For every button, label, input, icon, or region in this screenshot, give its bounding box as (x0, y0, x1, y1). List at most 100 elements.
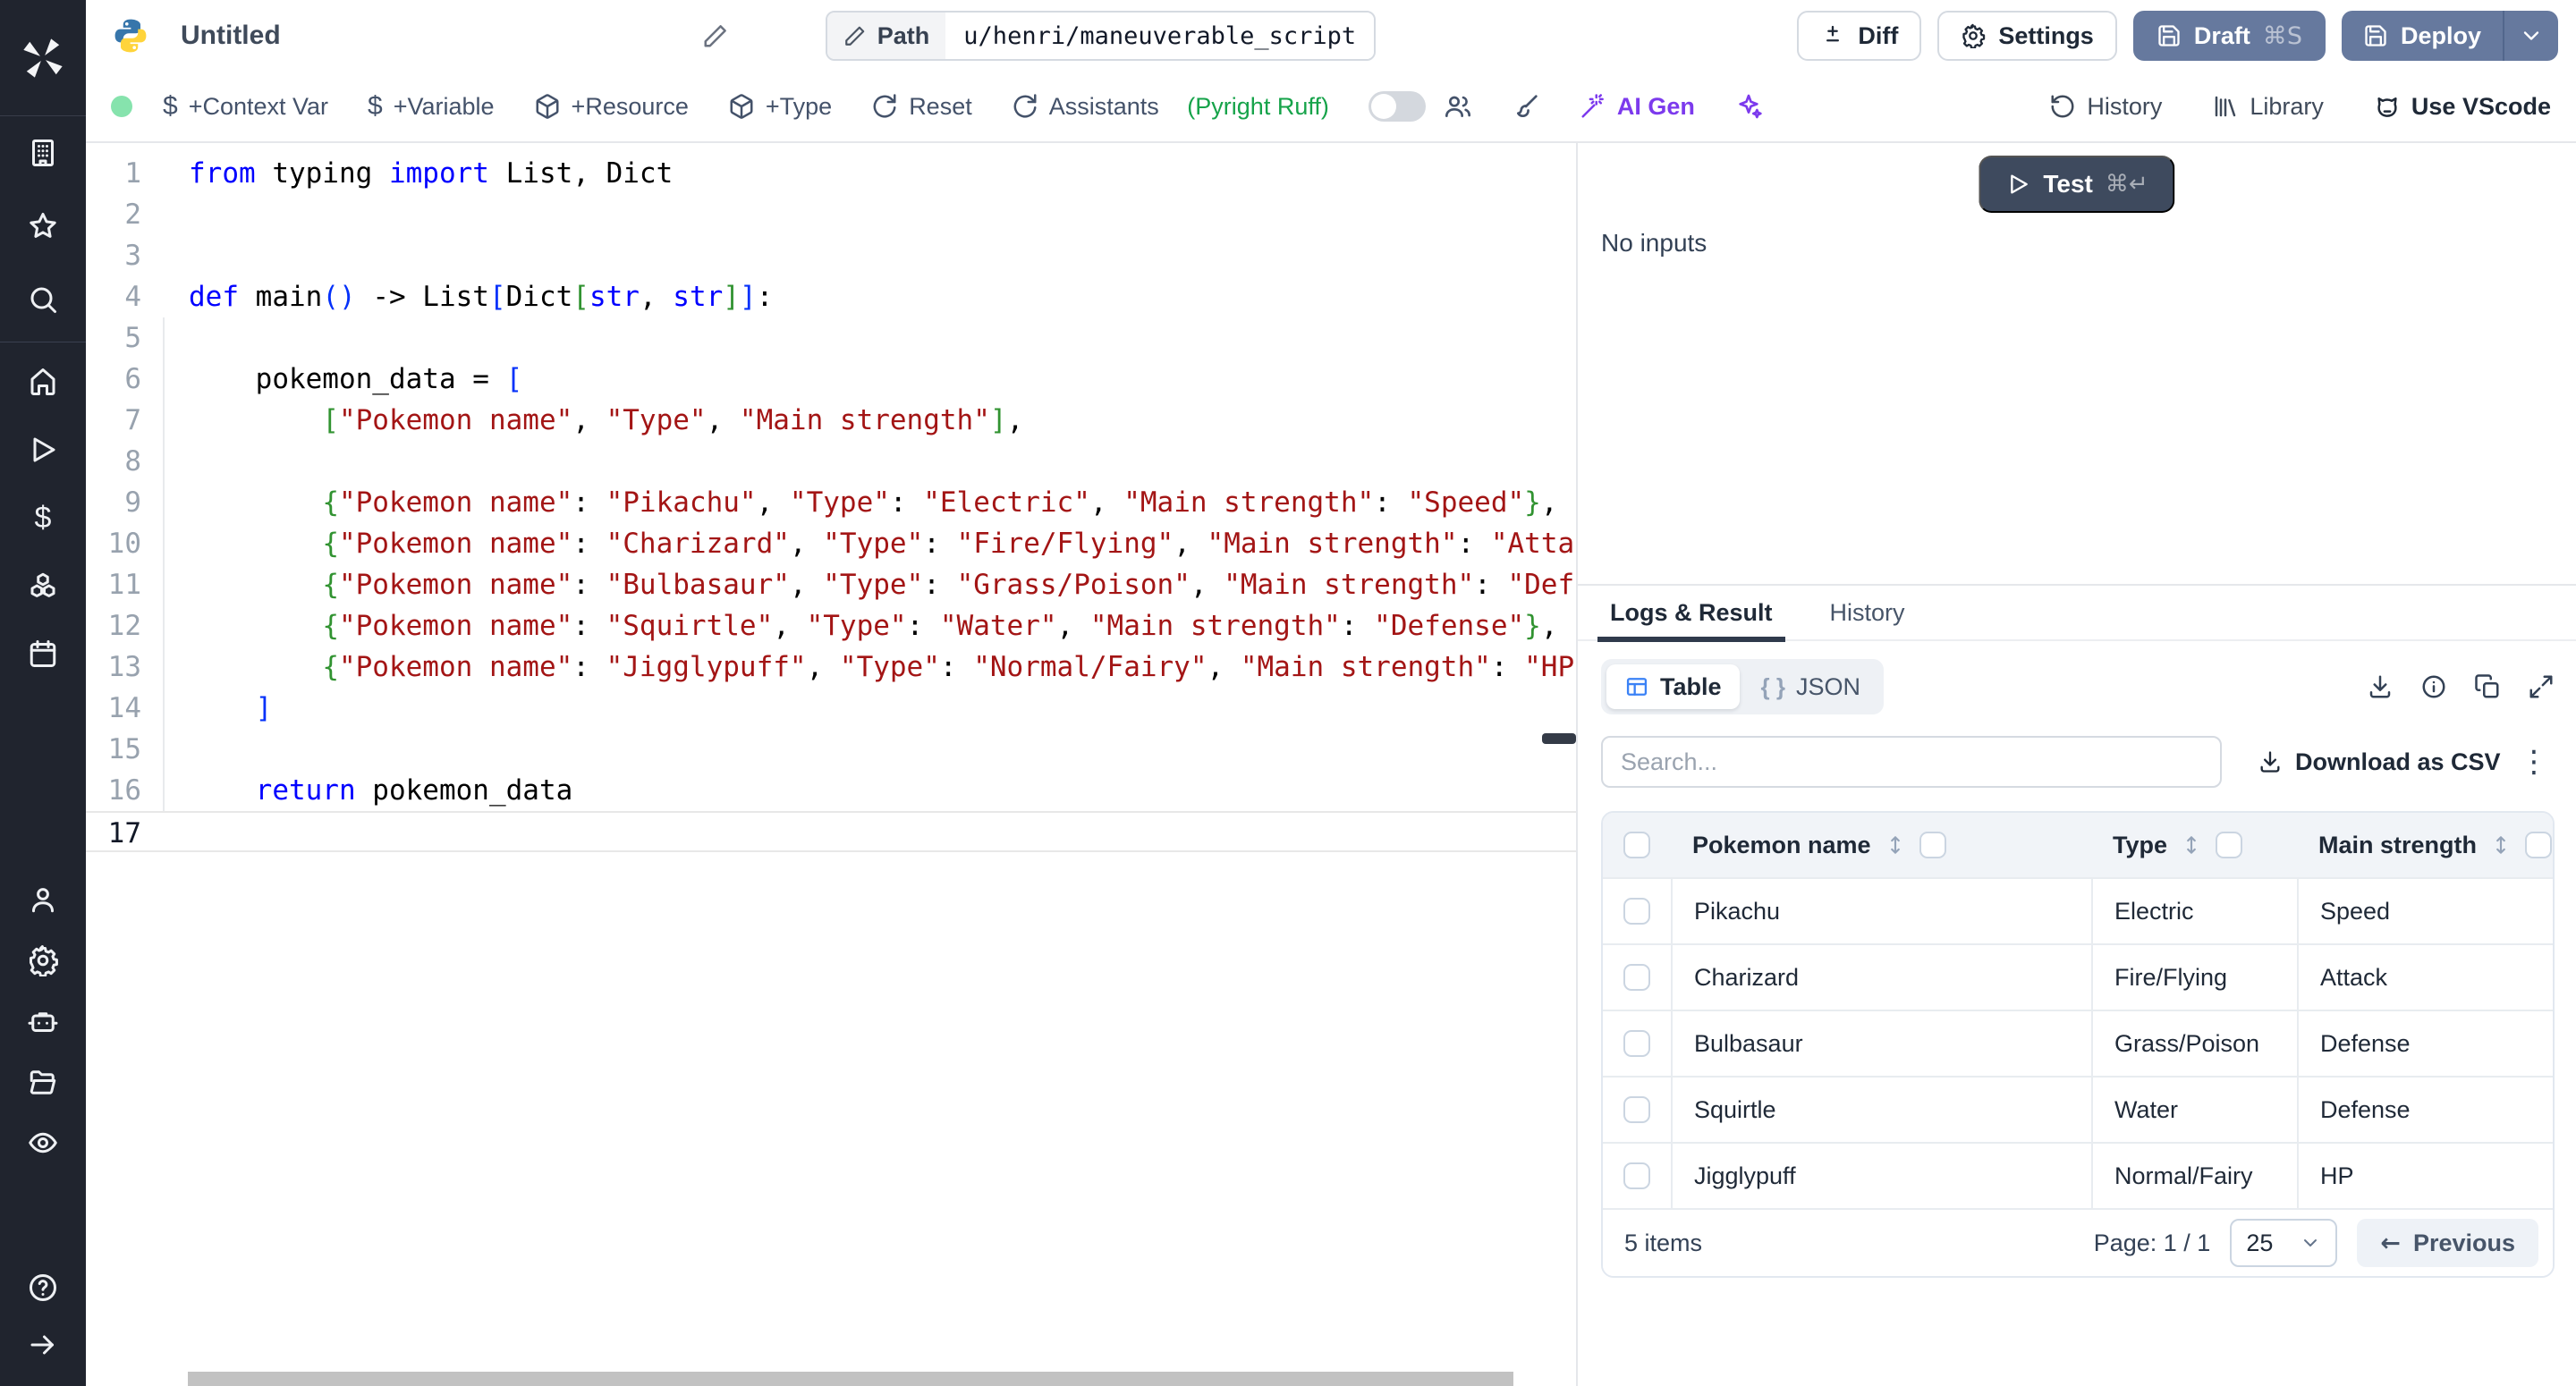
code-line[interactable]: 15 (86, 729, 1576, 770)
code-line[interactable]: 4 def main() -> List[Dict[str, str]]: (86, 276, 1576, 317)
sidebar-item-folders[interactable] (0, 1052, 86, 1112)
sidebar-item-help[interactable] (0, 1259, 86, 1316)
code-line[interactable]: 17 (86, 811, 1576, 852)
path-field[interactable]: Path u/henri/maneuverable_script (826, 11, 1376, 61)
format-button[interactable] (1512, 92, 1540, 121)
settings-button[interactable]: Settings (1937, 11, 2117, 61)
brush-icon (1512, 92, 1540, 121)
code-line[interactable]: 8 (86, 441, 1576, 482)
download-csv-button[interactable]: Download as CSV (2258, 748, 2501, 776)
path-value[interactable]: u/henri/maneuverable_script (945, 13, 1374, 59)
code-line[interactable]: 9 {"Pokemon name": "Pikachu", "Type": "E… (86, 482, 1576, 523)
add-context-var-button[interactable]: $+Context Var (163, 91, 328, 122)
column-header-type: Type (2113, 832, 2167, 859)
use-vscode-button[interactable]: Use VScode (2374, 93, 2551, 121)
sidebar-item-collapse[interactable] (0, 1316, 86, 1373)
sidebar-item-schedules[interactable] (0, 620, 86, 688)
add-resource-button[interactable]: +Resource (534, 93, 689, 121)
line-number: 2 (86, 194, 141, 235)
ai-sparkles-button[interactable] (1734, 92, 1763, 121)
sidebar-item-users[interactable] (0, 869, 86, 930)
sidebar-item-workers[interactable] (0, 991, 86, 1052)
previous-page-button[interactable]: ← Previous (2357, 1219, 2538, 1267)
code-line[interactable]: 3 (86, 235, 1576, 276)
code-line[interactable]: 12 {"Pokemon name": "Squirtle", "Type": … (86, 605, 1576, 647)
deploy-main[interactable]: Deploy (2342, 11, 2503, 61)
deploy-button[interactable]: Deploy (2342, 11, 2558, 61)
sidebar-item-favorites[interactable] (0, 190, 86, 263)
code-line[interactable]: 16 return pokemon_data (86, 770, 1576, 811)
code-line[interactable]: 1from typing import List, Dict (86, 153, 1576, 194)
view-toggle-json[interactable]: { } JSON (1743, 664, 1878, 709)
table-cell: Defense (2297, 1011, 2553, 1076)
select-all-checkbox[interactable] (1623, 832, 1650, 858)
table-footer: 5 items Page: 1 / 1 25 ← Pr (1603, 1208, 2553, 1276)
chevron-down-icon (2519, 23, 2544, 48)
row-checkbox[interactable] (1623, 1162, 1650, 1189)
horizontal-scrollbar[interactable] (188, 1372, 1513, 1386)
code-line[interactable]: 5 (86, 317, 1576, 359)
code-line[interactable]: 6 pokemon_data = [ (86, 359, 1576, 400)
add-type-button[interactable]: +Type (728, 93, 832, 121)
row-checkbox[interactable] (1623, 1030, 1650, 1057)
code-line[interactable]: 11 {"Pokemon name": "Bulbasaur", "Type":… (86, 564, 1576, 605)
row-checkbox[interactable] (1623, 898, 1650, 925)
code-text: ] (189, 688, 272, 729)
download-icon[interactable] (2367, 673, 2394, 700)
page-size-select[interactable]: 25 (2230, 1219, 2337, 1267)
info-icon[interactable] (2420, 673, 2447, 700)
code-line[interactable]: 10 {"Pokemon name": "Charizard", "Type":… (86, 523, 1576, 564)
tab-history[interactable]: History (1830, 585, 1905, 640)
table-cell: Electric (2091, 879, 2297, 943)
code-line[interactable]: 2 (86, 194, 1576, 235)
column-toggle[interactable] (1919, 832, 1946, 858)
sidebar-item-runs[interactable] (0, 416, 86, 484)
sidebar-item-workspace[interactable] (0, 116, 86, 190)
sidebar-item-settings[interactable] (0, 930, 86, 991)
add-variable-button[interactable]: $+Variable (368, 91, 495, 122)
sidebar-item-home[interactable] (0, 348, 86, 416)
sidebar-item-variables[interactable]: $ (0, 484, 86, 552)
copy-icon[interactable] (2474, 673, 2501, 700)
deploy-dropdown-button[interactable] (2503, 11, 2558, 61)
code-text: {"Pokemon name": "Jigglypuff", "Type": "… (189, 647, 1576, 688)
sort-icon[interactable] (2180, 833, 2203, 857)
column-toggle[interactable] (2525, 832, 2552, 858)
code-line[interactable]: 13 {"Pokemon name": "Jigglypuff", "Type"… (86, 647, 1576, 688)
search-input[interactable] (1601, 736, 2222, 788)
library-button[interactable]: Library (2212, 93, 2324, 121)
view-toggle-table[interactable]: Table (1606, 664, 1740, 709)
code-lines: 1from typing import List, Dict234 def mai… (86, 153, 1576, 852)
sidebar-item-audit-logs[interactable] (0, 1112, 86, 1173)
tab-logs-result[interactable]: Logs & Result (1610, 585, 1773, 640)
line-number: 4 (86, 276, 141, 317)
expand-icon[interactable] (2528, 673, 2555, 700)
table-cell: Squirtle (1671, 1078, 2091, 1142)
row-checkbox[interactable] (1623, 964, 1650, 991)
code-line[interactable]: 14 ] (86, 688, 1576, 729)
test-button[interactable]: Test ⌘↵ (1979, 156, 2174, 213)
multiplayer-button[interactable] (1444, 92, 1472, 121)
sort-icon[interactable] (2489, 833, 2512, 857)
draft-button[interactable]: Draft ⌘S (2133, 11, 2326, 61)
reset-button[interactable]: Reset (871, 93, 972, 121)
ai-gen-button[interactable]: AI Gen (1580, 93, 1695, 121)
kebab-menu-button[interactable]: ⋮ (2519, 747, 2555, 777)
line-number: 8 (86, 441, 141, 482)
code-line[interactable]: 7 ["Pokemon name", "Type", "Main strengt… (86, 400, 1576, 441)
sort-icon[interactable] (1884, 833, 1907, 857)
row-checkbox[interactable] (1623, 1096, 1650, 1123)
history-button[interactable]: History (2049, 93, 2162, 121)
sidebar-item-search[interactable] (0, 263, 86, 336)
code-text: def main() -> List[Dict[str, str]]: (189, 276, 773, 317)
sidebar-item-resources[interactable] (0, 552, 86, 620)
assistants-button[interactable]: Assistants (Pyright Ruff) (1012, 93, 1329, 121)
panel-splitter-handle[interactable] (1542, 733, 1576, 744)
code-editor[interactable]: 1from typing import List, Dict234 def mai… (86, 143, 1576, 1386)
assistant-toggle[interactable] (1368, 91, 1426, 122)
diff-button[interactable]: Diff (1797, 11, 1921, 61)
edit-title-button[interactable] (702, 22, 729, 49)
column-toggle[interactable] (2216, 832, 2242, 858)
windmill-logo[interactable] (0, 0, 86, 116)
code-text: {"Pokemon name": "Squirtle", "Type": "Wa… (189, 605, 1558, 647)
